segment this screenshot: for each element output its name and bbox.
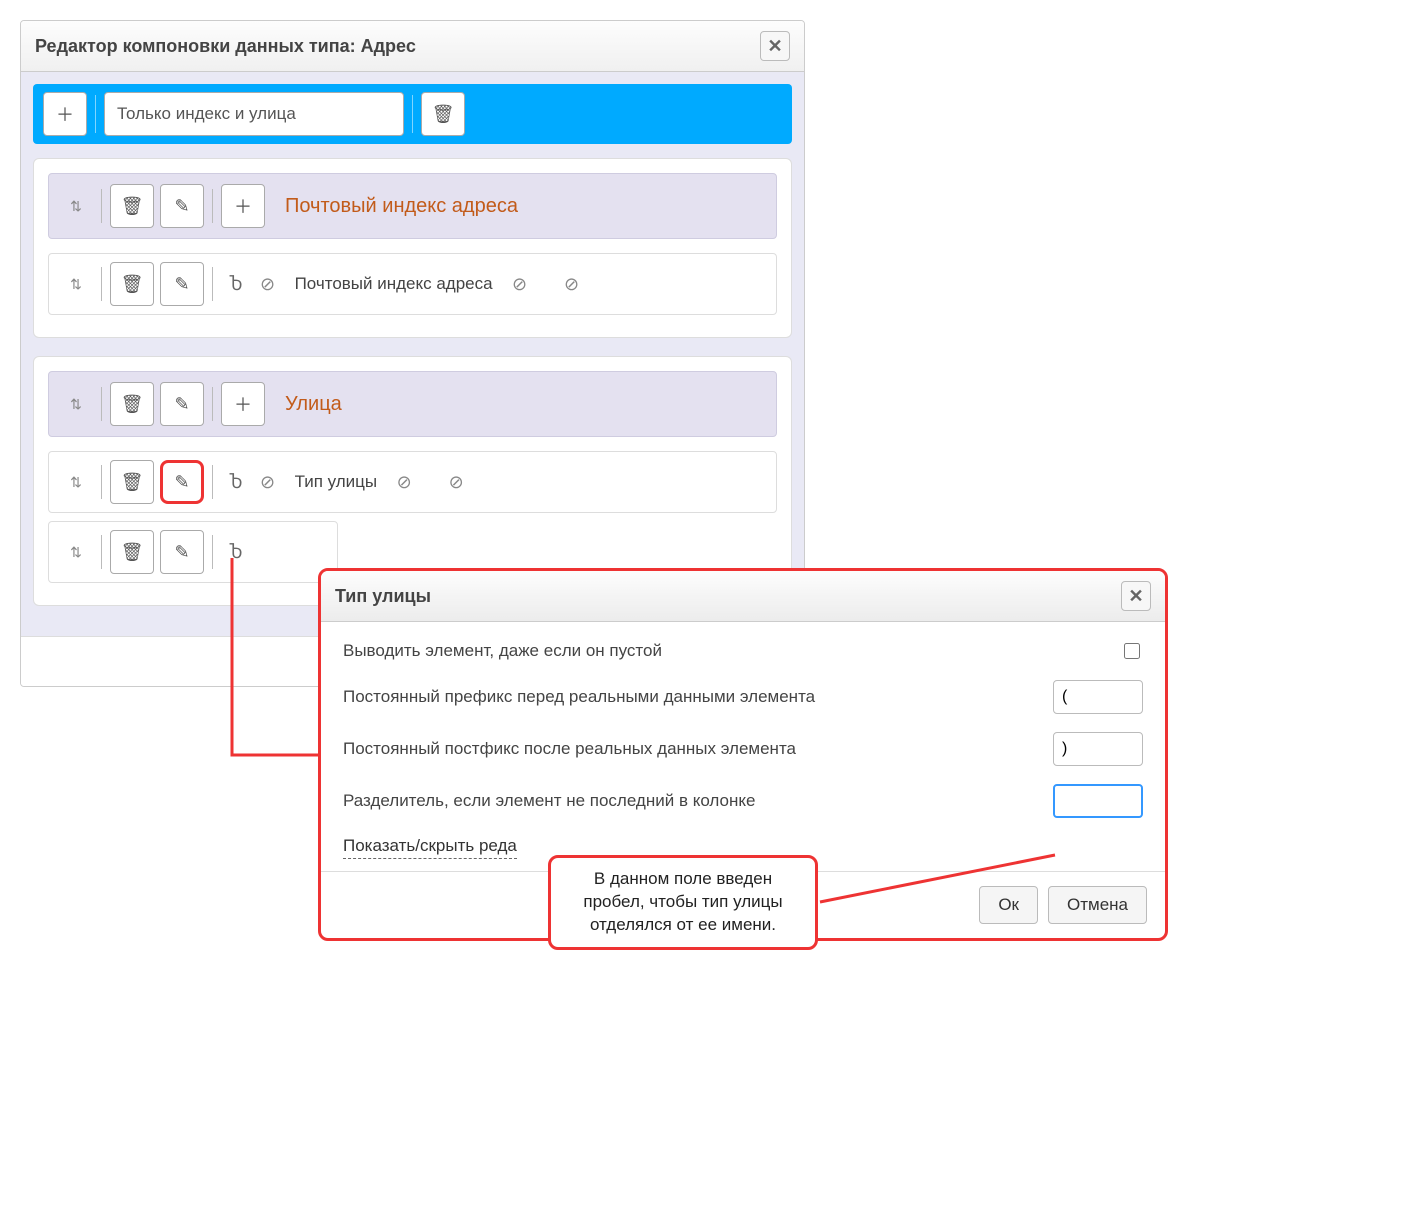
ok-button[interactable]: Ок [979, 886, 1038, 924]
plus-icon: ＋ [234, 391, 252, 417]
label-separator: Разделитель, если элемент не последний в… [343, 791, 755, 811]
pencil-icon: ✎ [174, 274, 189, 295]
edit-item-button-highlighted[interactable]: ✎ [160, 460, 204, 504]
delete-group-button[interactable]: 🗑 [110, 382, 154, 426]
pencil-icon: ✎ [174, 472, 189, 493]
edit-item-button[interactable]: ✎ [160, 262, 204, 306]
separator [212, 535, 213, 569]
delete-item-button[interactable]: 🗑 [110, 530, 154, 574]
delete-group-button[interactable]: 🗑 [110, 184, 154, 228]
field-row-street-type: ⇅ 🗑 ✎ Ⴆ ⊘ Тип улицы ⊘ ⊘ [48, 451, 777, 513]
trash-icon: 🗑 [121, 274, 144, 295]
group-title: Почтовый индекс адреса [285, 195, 518, 218]
trash-icon: 🗑 [121, 394, 144, 415]
separator [101, 465, 102, 499]
delete-item-button[interactable]: 🗑 [110, 262, 154, 306]
disabled-icon: ⊘ [509, 273, 531, 295]
label-output-empty: Выводить элемент, даже если он пустой [343, 641, 662, 661]
add-layout-button[interactable]: ＋ [43, 92, 87, 136]
trash-icon: 🗑 [121, 196, 144, 217]
close-button[interactable]: ✕ [760, 31, 790, 61]
group-title: Улица [285, 393, 342, 416]
row-output-empty: Выводить элемент, даже если он пустой [343, 640, 1143, 662]
input-separator[interactable] [1053, 784, 1143, 818]
separator [101, 189, 102, 223]
separator [101, 267, 102, 301]
separator [212, 387, 213, 421]
drag-handle-icon[interactable]: ⇅ [59, 264, 93, 304]
row-prefix: Постоянный префикс перед реальными данны… [343, 680, 1143, 714]
trash-icon: 🗑 [121, 472, 144, 493]
separator [101, 535, 102, 569]
drag-handle-icon[interactable]: ⇅ [59, 186, 93, 226]
edit-group-button[interactable]: ✎ [160, 382, 204, 426]
separator [212, 465, 213, 499]
input-postfix[interactable] [1053, 732, 1143, 766]
edit-group-button[interactable]: ✎ [160, 184, 204, 228]
toggle-editor-link[interactable]: Показать/скрыть реда [343, 836, 517, 859]
panel-header: Редактор компоновки данных типа: Адрес ✕ [21, 21, 804, 72]
drag-handle-icon[interactable]: ⇅ [59, 462, 93, 502]
disabled-icon: ⊘ [393, 471, 415, 493]
separator [212, 189, 213, 223]
delete-layout-button[interactable]: 🗑 [421, 92, 465, 136]
drag-handle-icon[interactable]: ⇅ [59, 384, 93, 424]
group-header: ⇅ 🗑 ✎ ＋ Почтовый индекс адреса [48, 173, 777, 239]
delete-item-button[interactable]: 🗑 [110, 460, 154, 504]
disabled-icon: ⊘ [257, 273, 279, 295]
row-separator: Разделитель, если элемент не последний в… [343, 784, 1143, 818]
edit-item-button[interactable]: ✎ [160, 530, 204, 574]
pencil-icon: ✎ [174, 542, 189, 563]
input-prefix[interactable] [1053, 680, 1143, 714]
panel-body: ＋ 🗑 ⇅ 🗑 ✎ ＋ Почтовый индекс адреса ⇅ [21, 72, 804, 636]
disabled-icon: ⊘ [257, 471, 279, 493]
modal-title: Тип улицы [335, 586, 431, 607]
plus-icon: ＋ [234, 193, 252, 219]
modal-body: Выводить элемент, даже если он пустой По… [321, 622, 1165, 871]
trash-icon: 🗑 [121, 542, 144, 563]
lock-icon: Ⴆ [229, 542, 243, 563]
add-item-button[interactable]: ＋ [221, 184, 265, 228]
separator [412, 95, 413, 133]
field-label: Тип улицы [295, 472, 378, 492]
close-icon: ✕ [767, 36, 782, 57]
pencil-icon: ✎ [174, 394, 189, 415]
field-row: ⇅ 🗑 ✎ Ⴆ [48, 521, 338, 583]
group-header: ⇅ 🗑 ✎ ＋ Улица [48, 371, 777, 437]
layout-name-input[interactable] [104, 92, 404, 136]
checkbox-output-empty[interactable] [1124, 643, 1140, 659]
close-icon: ✕ [1128, 586, 1143, 607]
pencil-icon: ✎ [174, 196, 189, 217]
panel-title: Редактор компоновки данных типа: Адрес [35, 36, 416, 57]
add-item-button[interactable]: ＋ [221, 382, 265, 426]
separator [212, 267, 213, 301]
row-postfix: Постоянный постфикс после реальных данны… [343, 732, 1143, 766]
field-row: ⇅ 🗑 ✎ Ⴆ ⊘ Почтовый индекс адреса ⊘ ⊘ [48, 253, 777, 315]
disabled-icon: ⊘ [561, 273, 583, 295]
label-postfix: Постоянный постфикс после реальных данны… [343, 739, 796, 759]
lock-icon: Ⴆ [229, 274, 243, 295]
field-label: Почтовый индекс адреса [295, 274, 493, 294]
lock-icon: Ⴆ [229, 472, 243, 493]
modal-close-button[interactable]: ✕ [1121, 581, 1151, 611]
disabled-icon: ⊘ [445, 471, 467, 493]
cancel-button[interactable]: Отмена [1048, 886, 1147, 924]
separator [95, 95, 96, 133]
annotation-callout: В данном поле введен пробел, чтобы тип у… [548, 855, 818, 950]
drag-handle-icon[interactable]: ⇅ [59, 532, 93, 572]
plus-icon: ＋ [56, 101, 74, 127]
trash-icon: 🗑 [432, 104, 455, 125]
separator [101, 387, 102, 421]
layout-name-bar: ＋ 🗑 [33, 84, 792, 144]
modal-header: Тип улицы ✕ [321, 571, 1165, 622]
label-prefix: Постоянный префикс перед реальными данны… [343, 687, 815, 707]
group-card-postal: ⇅ 🗑 ✎ ＋ Почтовый индекс адреса ⇅ 🗑 ✎ Ⴆ ⊘… [33, 158, 792, 338]
